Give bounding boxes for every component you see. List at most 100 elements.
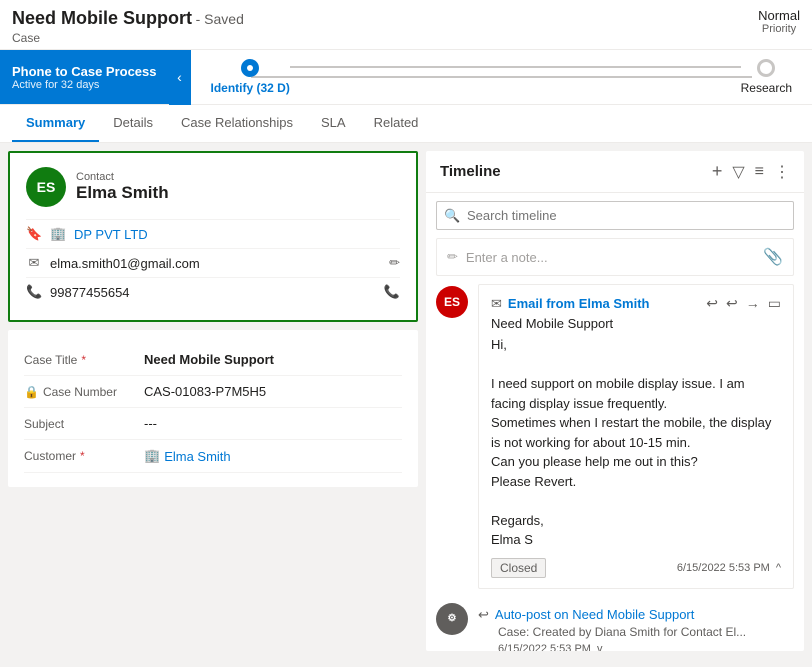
timeline-entry-email: ES ✉ Email from Elma Smith ↩ ↩ → ▭ bbox=[436, 284, 794, 589]
contact-company-row: 🔖 🏢 DP PVT LTD bbox=[26, 219, 400, 248]
form-card: Case Title * Need Mobile Support 🔒 Case … bbox=[8, 330, 418, 487]
header-right: Normal Priority bbox=[758, 8, 800, 35]
priority-value: Normal bbox=[758, 8, 800, 23]
form-row-case-title: Case Title * Need Mobile Support bbox=[24, 344, 402, 376]
stage-circle-identify bbox=[241, 59, 259, 77]
timeline-list-icon[interactable]: ≡ bbox=[755, 163, 764, 181]
closed-badge: Closed bbox=[491, 558, 546, 578]
pencil-icon: ✏ bbox=[447, 249, 458, 265]
reply-icon[interactable]: ↩ bbox=[706, 295, 718, 312]
tab-related[interactable]: Related bbox=[360, 105, 433, 142]
stage-label-research: Research bbox=[741, 81, 792, 95]
autopost-time-value: 6/15/2022 5:53 PM bbox=[498, 643, 591, 652]
left-panel: ES Contact Elma Smith 🔖 🏢 DP PVT LTD ✉ e… bbox=[8, 151, 418, 651]
stage-identify[interactable]: Identify (32 D) bbox=[211, 59, 290, 95]
contact-company-left: 🔖 🏢 DP PVT LTD bbox=[26, 226, 148, 242]
header-title-row: Need Mobile Support - Saved bbox=[12, 8, 244, 29]
autopost-subtitle: Case: Created by Diana Smith for Contact… bbox=[478, 625, 794, 639]
company-icon: 🏢 bbox=[50, 226, 66, 242]
contact-email-row: ✉ elma.smith01@gmail.com ✏ bbox=[26, 248, 400, 277]
note-placeholder: ✏ Enter a note... bbox=[447, 249, 548, 265]
phone-call-icon[interactable]: 📞 bbox=[384, 284, 400, 300]
entry-content-email: ✉ Email from Elma Smith ↩ ↩ → ▭ Need Mob… bbox=[478, 284, 794, 589]
reply-all-icon[interactable]: ↩ bbox=[726, 295, 738, 312]
contact-email-left: ✉ elma.smith01@gmail.com bbox=[26, 255, 200, 271]
entry-more-icon[interactable]: ▭ bbox=[768, 295, 781, 312]
form-label-case-title: Case Title * bbox=[24, 353, 144, 367]
form-value-case-title[interactable]: Need Mobile Support bbox=[144, 352, 274, 367]
tab-summary[interactable]: Summary bbox=[12, 105, 99, 142]
forward-icon[interactable]: → bbox=[746, 295, 760, 312]
entry-title-row: ✉ Email from Elma Smith bbox=[491, 296, 650, 312]
required-indicator: * bbox=[81, 353, 86, 367]
entry-footer-email: Closed 6/15/2022 5:53 PM ^ bbox=[491, 558, 781, 578]
stage-research[interactable]: Research bbox=[741, 59, 792, 95]
bookmark-icon: 🔖 bbox=[26, 226, 42, 242]
form-label-case-number: 🔒 Case Number bbox=[24, 385, 144, 399]
search-input[interactable] bbox=[436, 201, 794, 230]
timeline-add-button[interactable]: + bbox=[712, 161, 723, 182]
contact-phone-row: 📞 99877455654 📞 bbox=[26, 277, 400, 306]
right-panel: Timeline + ▽ ≡ ⋮ 🔍 ✏ Enter a note... 📎 E… bbox=[426, 151, 804, 651]
form-value-subject[interactable]: --- bbox=[144, 416, 157, 431]
autopost-icon: ↩ bbox=[478, 607, 489, 623]
contact-header: ES Contact Elma Smith bbox=[26, 167, 400, 207]
customer-link-icon: 🏢 bbox=[144, 448, 160, 464]
timeline-filter-icon[interactable]: ▽ bbox=[732, 162, 744, 182]
entry-actions-email: ↩ ↩ → ▭ bbox=[706, 295, 781, 312]
timeline-search: 🔍 bbox=[436, 201, 794, 230]
contact-company[interactable]: DP PVT LTD bbox=[74, 227, 148, 242]
form-value-case-number: CAS-01083-P7M5H5 bbox=[144, 384, 266, 399]
timeline-entry-autopost: ⚙ ↩ Auto-post on Need Mobile Support Cas… bbox=[436, 601, 794, 652]
process-label: Phone to Case Process Active for 32 days bbox=[0, 50, 169, 104]
note-area[interactable]: ✏ Enter a note... 📎 bbox=[436, 238, 794, 276]
timeline-entries: ES ✉ Email from Elma Smith ↩ ↩ → ▭ bbox=[426, 284, 804, 651]
email-icon: ✉ bbox=[26, 255, 42, 271]
timeline-title: Timeline bbox=[440, 163, 501, 180]
case-title: Need Mobile Support bbox=[12, 8, 192, 28]
form-value-customer[interactable]: 🏢 Elma Smith bbox=[144, 448, 231, 464]
phone-icon: 📞 bbox=[26, 284, 42, 300]
entry-body-email: Hi, I need support on mobile display iss… bbox=[491, 335, 781, 550]
email-edit-icon[interactable]: ✏ bbox=[389, 255, 400, 271]
form-row-subject: Subject --- bbox=[24, 408, 402, 440]
header-left: Need Mobile Support - Saved Case bbox=[12, 8, 244, 45]
entry-subject-email: Need Mobile Support bbox=[491, 316, 781, 331]
entry2-title: ↩ Auto-post on Need Mobile Support bbox=[478, 607, 794, 623]
autopost-chevron-down[interactable]: v bbox=[597, 643, 603, 652]
process-chevron[interactable]: ‹ bbox=[169, 50, 191, 105]
entry-time-autopost: 6/15/2022 5:53 PM v bbox=[478, 643, 794, 652]
entry-title-email[interactable]: Email from Elma Smith bbox=[508, 296, 650, 311]
process-subtitle: Active for 32 days bbox=[12, 79, 157, 91]
stage-label-identify: Identify (32 D) bbox=[211, 81, 290, 95]
timeline-more-icon[interactable]: ⋮ bbox=[774, 162, 790, 182]
contact-email[interactable]: elma.smith01@gmail.com bbox=[50, 256, 200, 271]
stage-circle-research bbox=[757, 59, 775, 77]
entry-time-email: 6/15/2022 5:53 PM ^ bbox=[677, 562, 781, 574]
form-label-subject: Subject bbox=[24, 417, 144, 431]
tab-details[interactable]: Details bbox=[99, 105, 167, 142]
entry-avatar-es: ES bbox=[436, 286, 468, 318]
process-title: Phone to Case Process bbox=[12, 64, 157, 79]
tabs: Summary Details Case Relationships SLA R… bbox=[0, 105, 812, 143]
contact-type-label: Contact bbox=[76, 171, 169, 183]
entry-content-autopost: ↩ Auto-post on Need Mobile Support Case:… bbox=[478, 601, 794, 652]
timeline-actions: + ▽ ≡ ⋮ bbox=[712, 161, 790, 182]
entry-chevron-up[interactable]: ^ bbox=[776, 562, 781, 574]
lock-icon: 🔒 bbox=[24, 385, 39, 399]
search-icon: 🔍 bbox=[444, 208, 460, 224]
tab-sla[interactable]: SLA bbox=[307, 105, 360, 142]
stages-row: Identify (32 D) Research bbox=[211, 59, 793, 95]
timeline-header: Timeline + ▽ ≡ ⋮ bbox=[426, 151, 804, 193]
case-label: Case bbox=[12, 31, 244, 45]
autopost-title[interactable]: Auto-post on Need Mobile Support bbox=[495, 607, 694, 622]
contact-phone[interactable]: 99877455654 bbox=[50, 285, 130, 300]
contact-phone-left: 📞 99877455654 bbox=[26, 284, 130, 300]
priority-badge: Normal Priority bbox=[758, 8, 800, 35]
entry-time-value: 6/15/2022 5:53 PM bbox=[677, 562, 770, 574]
process-stages: Identify (32 D) Research bbox=[191, 59, 812, 95]
header: Need Mobile Support - Saved Case Normal … bbox=[0, 0, 812, 50]
form-label-customer: Customer * bbox=[24, 449, 144, 463]
attach-icon[interactable]: 📎 bbox=[763, 247, 783, 267]
tab-case-relationships[interactable]: Case Relationships bbox=[167, 105, 307, 142]
